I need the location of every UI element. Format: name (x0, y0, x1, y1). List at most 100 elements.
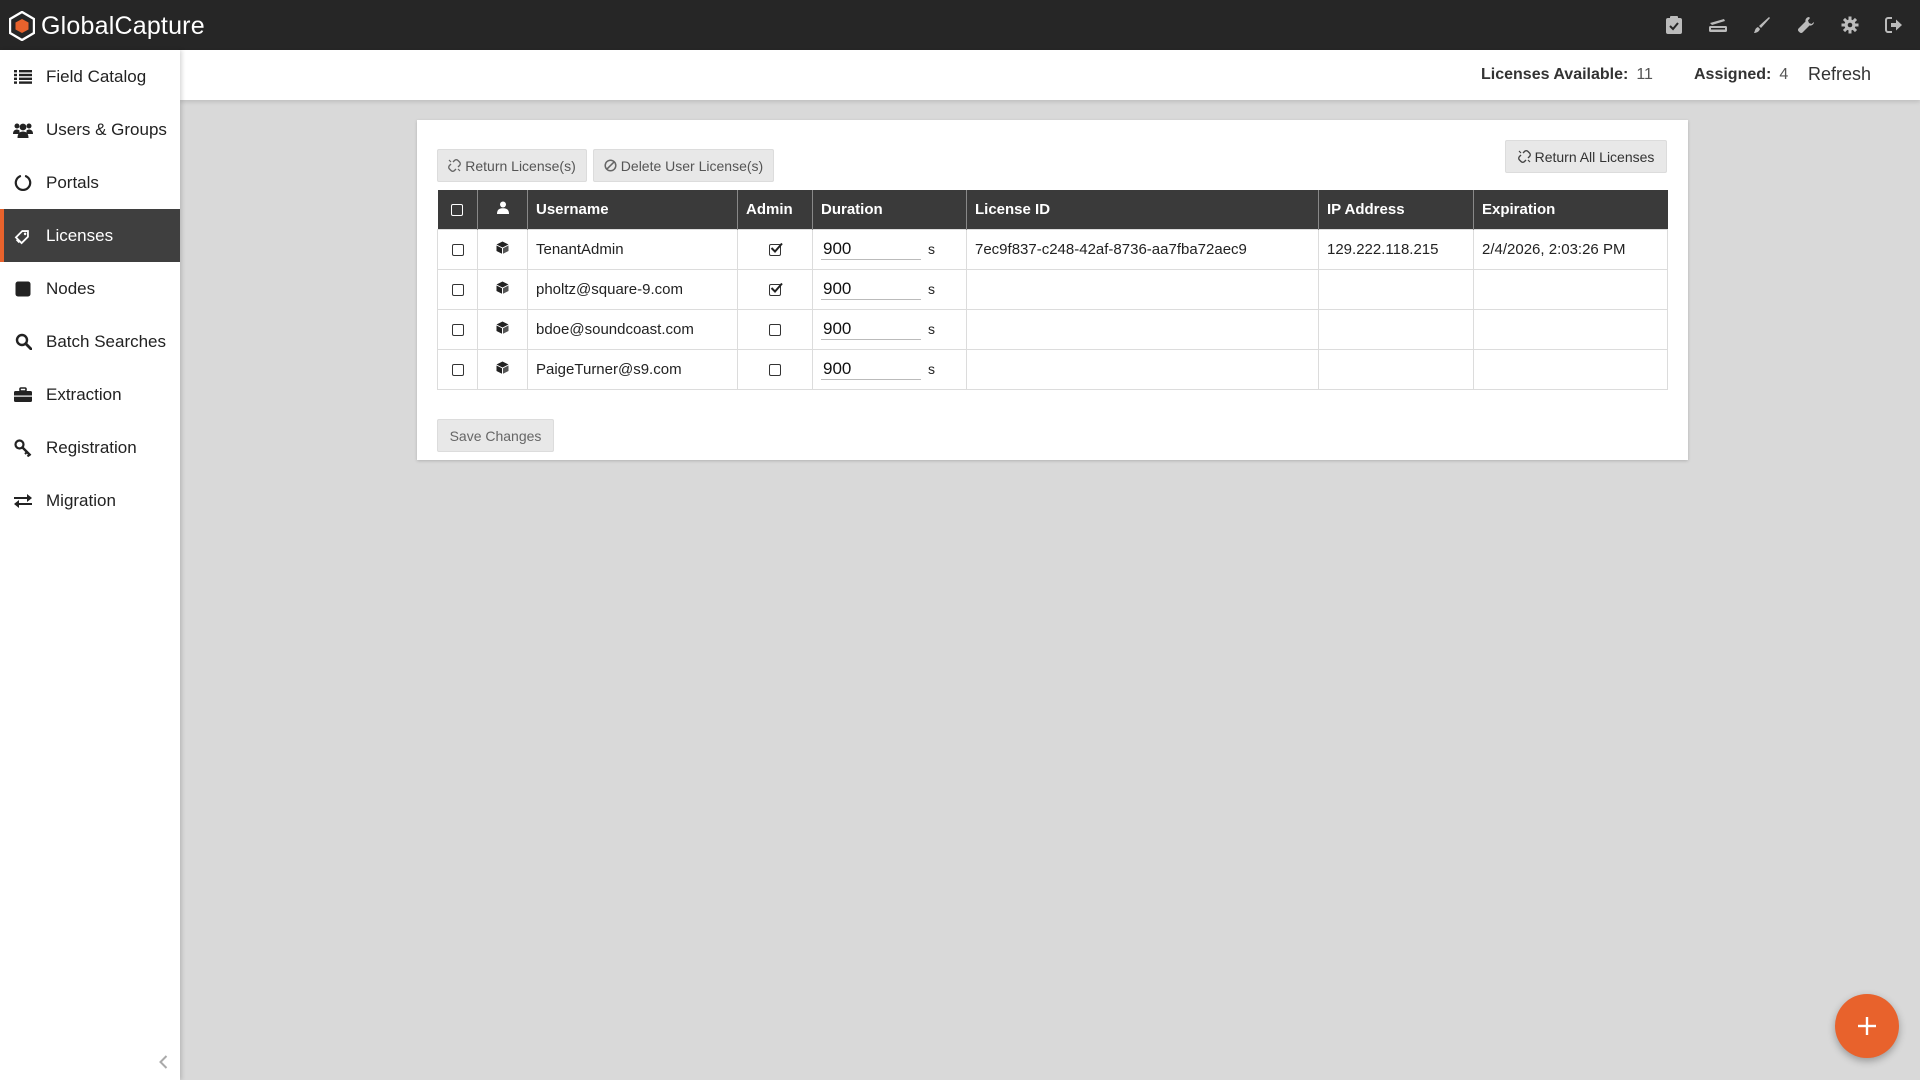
licenses-assigned-label: Assigned: (1694, 66, 1772, 83)
sidebar-item-users-groups[interactable]: Users & Groups (0, 103, 180, 156)
admin-cell[interactable] (737, 228, 813, 270)
cube-icon (496, 281, 509, 294)
ip-address-cell (1318, 348, 1474, 390)
admin-cell[interactable] (737, 348, 813, 390)
sidebar-item-label: Field Catalog (46, 66, 147, 86)
sidebar-item-registration[interactable]: Registration (0, 421, 180, 474)
table-row[interactable]: bdoe@soundcoast.com s (437, 308, 1668, 350)
users-icon (13, 120, 33, 140)
row-select-cell[interactable] (437, 348, 478, 390)
user-type-cell (477, 308, 528, 350)
circle-notch-icon (13, 173, 33, 193)
square-icon (13, 279, 33, 299)
sidebar-item-licenses[interactable]: Licenses (0, 209, 180, 262)
licenses-table: Username Admin Duration License ID IP Ad… (437, 190, 1668, 390)
column-header-duration[interactable]: Duration (812, 190, 967, 229)
duration-input[interactable] (821, 238, 921, 260)
sidebar-item-label: Licenses (46, 225, 114, 245)
row-select-checkbox[interactable] (451, 283, 464, 296)
cube-icon (496, 241, 509, 254)
logout-icon[interactable] (1880, 11, 1908, 39)
duration-cell: s (812, 228, 967, 270)
select-all-checkbox[interactable] (451, 203, 464, 216)
return-all-licenses-button[interactable]: Return All Licenses (1505, 140, 1667, 173)
key-icon (13, 438, 33, 458)
gear-icon[interactable] (1836, 11, 1864, 39)
expiration-cell: 2/4/2026, 2:03:26 PM (1473, 228, 1668, 270)
sidebar-item-label: Migration (46, 490, 116, 510)
refresh-button[interactable]: Refresh (1808, 64, 1871, 85)
column-header-admin[interactable]: Admin (737, 190, 813, 229)
duration-input[interactable] (821, 278, 921, 300)
row-select-checkbox[interactable] (451, 323, 464, 336)
license-id-cell (966, 268, 1319, 310)
column-header-expiration[interactable]: Expiration (1473, 190, 1668, 229)
return-all-licenses-label: Return All Licenses (1534, 148, 1655, 165)
return-licenses-label: Return License(s) (465, 157, 576, 174)
admin-checkbox-checked[interactable] (769, 242, 783, 256)
row-select-cell[interactable] (437, 228, 478, 270)
sidebar-item-label: Batch Searches (46, 331, 167, 351)
license-id-cell: 7ec9f837-c248-42af-8736-aa7fba72aec9 (966, 228, 1319, 270)
duration-unit: s (928, 361, 935, 377)
delete-user-licenses-label: Delete User License(s) (620, 157, 764, 174)
duration-cell: s (812, 348, 967, 390)
column-header-username[interactable]: Username (527, 190, 738, 229)
scanner-icon[interactable] (1704, 11, 1732, 39)
column-header-license-id[interactable]: License ID (966, 190, 1319, 229)
select-all-header[interactable] (437, 190, 478, 229)
duration-input[interactable] (821, 318, 921, 340)
duration-unit: s (928, 321, 935, 337)
row-select-cell[interactable] (437, 268, 478, 310)
save-changes-button[interactable]: Save Changes (437, 419, 554, 452)
admin-checkbox-checked[interactable] (769, 282, 783, 296)
tag-icon (13, 226, 33, 246)
logo-icon (9, 11, 35, 41)
sidebar-item-migration[interactable]: Migration (0, 474, 180, 527)
search-icon (13, 332, 33, 352)
add-button[interactable] (1835, 994, 1899, 1058)
admin-cell[interactable] (737, 268, 813, 310)
username-cell: TenantAdmin (527, 228, 738, 270)
row-select-checkbox[interactable] (451, 243, 464, 256)
brush-icon[interactable] (1748, 11, 1776, 39)
app-title: GlobalCapture (41, 11, 205, 40)
admin-cell[interactable] (737, 308, 813, 350)
license-id-cell (966, 348, 1319, 390)
table-row[interactable]: PaigeTurner@s9.com s (437, 348, 1668, 390)
ip-address-cell (1318, 268, 1474, 310)
ip-address-cell: 129.222.118.215 (1318, 228, 1474, 270)
expiration-cell (1473, 308, 1668, 350)
licenses-available: Licenses Available: 11 (1481, 66, 1653, 84)
sidebar: Field Catalog Users & Groups Portals Lic… (0, 50, 180, 1080)
licenses-available-label: Licenses Available: (1481, 66, 1629, 83)
sidebar-item-nodes[interactable]: Nodes (0, 262, 180, 315)
admin-checkbox[interactable] (769, 363, 781, 376)
app-logo[interactable]: GlobalCapture (9, 11, 205, 41)
return-licenses-button[interactable]: Return License(s) (437, 149, 587, 182)
sidebar-collapse-icon[interactable] (156, 1052, 170, 1072)
delete-user-licenses-button[interactable]: Delete User License(s) (593, 149, 774, 182)
sidebar-item-portals[interactable]: Portals (0, 156, 180, 209)
licenses-panel: Return License(s) Delete User License(s)… (417, 120, 1688, 460)
table-row[interactable]: pholtz@square-9.com s (437, 268, 1668, 310)
row-select-checkbox[interactable] (451, 363, 464, 376)
duration-cell: s (812, 268, 967, 310)
column-header-ip-address[interactable]: IP Address (1318, 190, 1474, 229)
duration-unit: s (928, 241, 935, 257)
table-row[interactable]: TenantAdmin s 7ec9f837-c248-42af-8736-aa… (437, 228, 1668, 270)
sidebar-item-label: Portals (46, 172, 99, 192)
licenses-available-value: 11 (1636, 66, 1653, 83)
row-select-cell[interactable] (437, 308, 478, 350)
sidebar-item-batch-searches[interactable]: Batch Searches (0, 315, 180, 368)
sidebar-item-field-catalog[interactable]: Field Catalog (0, 50, 180, 103)
sidebar-item-extraction[interactable]: Extraction (0, 368, 180, 421)
duration-input[interactable] (821, 358, 921, 380)
username-cell: PaigeTurner@s9.com (527, 348, 738, 390)
wrench-icon[interactable] (1792, 11, 1820, 39)
tasks-icon[interactable] (1660, 11, 1688, 39)
license-id-cell (966, 308, 1319, 350)
ip-address-cell (1318, 308, 1474, 350)
admin-checkbox[interactable] (769, 323, 781, 336)
table-header-row: Username Admin Duration License ID IP Ad… (437, 190, 1668, 229)
